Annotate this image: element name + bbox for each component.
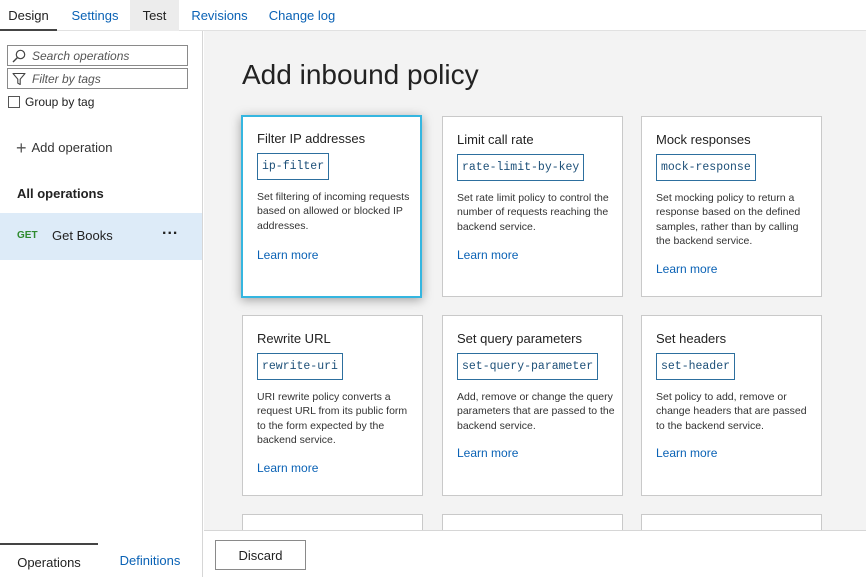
policy-code: rate-limit-by-key	[457, 154, 585, 181]
action-bar: Discard	[204, 530, 866, 577]
policy-code: ip-filter	[257, 153, 330, 180]
policy-card-filter-ip[interactable]: Filter IP addresses ip-filter Set filter…	[241, 115, 422, 298]
filter-tags-box[interactable]	[7, 68, 188, 89]
method-badge: GET	[17, 230, 38, 241]
policy-card-partial[interactable]	[442, 514, 623, 530]
policy-description: URI rewrite policy converts a request UR…	[257, 391, 408, 446]
tab-definitions[interactable]: Definitions	[104, 543, 196, 577]
policy-code: set-header	[656, 353, 736, 380]
learn-more-link[interactable]: Learn more	[457, 446, 518, 460]
operation-name: Get Books	[52, 228, 113, 243]
filter-icon	[12, 72, 26, 86]
add-operation-label: Add operation	[31, 140, 113, 155]
operation-row[interactable]: GET Get Books ...	[0, 213, 202, 260]
policy-card-set-headers[interactable]: Set headers set-header Set policy to add…	[641, 315, 822, 496]
policy-card-limit-call-rate[interactable]: Limit call rate rate-limit-by-key Set ra…	[442, 116, 623, 297]
all-operations-heading[interactable]: All operations	[17, 186, 104, 201]
tab-settings[interactable]: Settings	[60, 0, 130, 31]
learn-more-link[interactable]: Learn more	[656, 446, 717, 460]
learn-more-link[interactable]: Learn more	[257, 461, 318, 475]
plus-icon: +	[16, 137, 27, 158]
tab-design[interactable]: Design	[0, 0, 57, 31]
policy-title: Set headers	[656, 331, 727, 346]
learn-more-link[interactable]: Learn more	[656, 262, 717, 276]
learn-more-link[interactable]: Learn more	[457, 248, 518, 262]
add-operation-button[interactable]: + Add operation	[16, 137, 113, 158]
policy-title: Rewrite URL	[257, 331, 331, 346]
left-bottom-tabs: Operations Definitions	[0, 543, 202, 577]
policy-gallery: Add inbound policy Filter IP addresses i…	[204, 31, 866, 530]
policy-code: set-query-parameter	[457, 353, 599, 380]
operations-panel: Group by tag + Add operation All operati…	[0, 31, 203, 577]
tab-change-log[interactable]: Change log	[262, 0, 342, 31]
policy-description: Set filtering of incoming requests based…	[257, 191, 410, 232]
policy-description: Add, remove or change the query paramete…	[457, 391, 615, 432]
policy-title: Mock responses	[656, 132, 751, 147]
policy-description: Set rate limit policy to control the num…	[457, 192, 609, 233]
policy-card-rewrite-url[interactable]: Rewrite URL rewrite-uri URI rewrite poli…	[242, 315, 423, 496]
tab-operations[interactable]: Operations	[0, 543, 98, 577]
policy-description: Set mocking policy to return a response …	[656, 192, 801, 247]
filter-tags-input[interactable]	[32, 70, 182, 88]
search-operations-input[interactable]	[32, 47, 182, 65]
policy-card-partial[interactable]	[641, 514, 822, 530]
policy-title: Filter IP addresses	[257, 131, 366, 146]
policy-card-set-query-parameters[interactable]: Set query parameters set-query-parameter…	[442, 315, 623, 496]
page-title: Add inbound policy	[242, 59, 479, 90]
tab-revisions[interactable]: Revisions	[182, 0, 257, 31]
search-operations-box[interactable]	[7, 45, 188, 66]
discard-button[interactable]: Discard	[215, 540, 306, 570]
policy-code: rewrite-uri	[257, 353, 343, 380]
group-by-tag-label: Group by tag	[25, 95, 95, 109]
top-tab-bar: Design Settings Test Revisions Change lo…	[0, 0, 866, 31]
policy-description: Set policy to add, remove or change head…	[656, 391, 807, 432]
policy-title: Limit call rate	[457, 132, 534, 147]
policy-card-partial[interactable]	[242, 514, 423, 530]
learn-more-link[interactable]: Learn more	[257, 248, 318, 262]
group-by-tag-checkbox[interactable]	[8, 96, 20, 108]
more-icon[interactable]: ...	[162, 221, 178, 239]
policy-card-mock-responses[interactable]: Mock responses mock-response Set mocking…	[641, 116, 822, 297]
policy-code: mock-response	[656, 154, 756, 181]
group-by-tag-row[interactable]: Group by tag	[8, 94, 94, 110]
policy-title: Set query parameters	[457, 331, 583, 346]
tab-test[interactable]: Test	[130, 0, 179, 31]
search-icon	[12, 49, 26, 63]
